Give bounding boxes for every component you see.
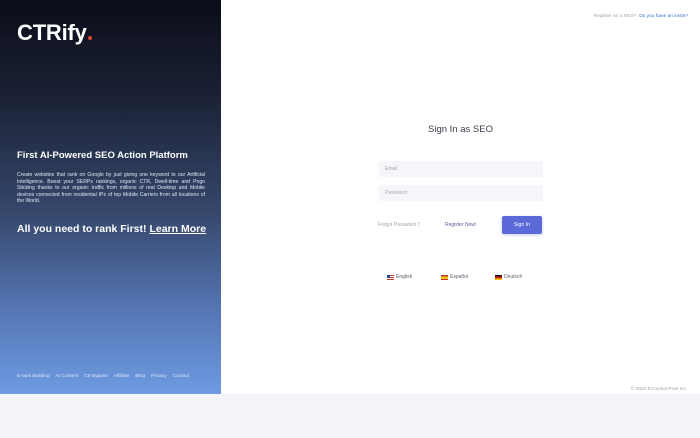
language-label: English [396,274,413,280]
password-field[interactable] [379,185,543,201]
register-question: Register as a SEO? [593,14,637,19]
language-english[interactable]: English [387,274,412,280]
forgot-password-link[interactable]: Forgot Password ? [378,222,420,228]
signin-title: Sign In as SEO [428,124,493,135]
us-flag-icon [387,274,394,280]
rank-heading: All you need to rank First! Learn More [17,223,206,235]
email-field[interactable] [379,161,543,177]
register-now-link[interactable]: Register Now! [445,222,476,228]
footer-link-ctr-bypass[interactable]: Ctr Bypass [84,374,107,379]
footer-links: E-rank Building AI Content Ctr Bypass Af… [17,374,189,379]
footer-link-affiliate[interactable]: Affiliate [114,374,130,379]
footer-link-contact[interactable]: Contact [173,374,190,379]
language-label: Español [450,274,469,280]
footer-link-erank-building[interactable]: E-rank Building [17,374,50,379]
tagline: First AI-Powered SEO Action Platform [17,150,188,161]
hero-panel: CTRify First AI-Powered SEO Action Platf… [0,0,221,394]
de-flag-icon [495,274,502,280]
language-espanol[interactable]: Español [441,274,468,280]
footer-link-privacy[interactable]: Privacy [151,374,167,379]
register-prompt: Register as a SEO? Do you have an invite? [594,14,688,19]
language-label: Deutsch [504,274,523,280]
language-deutsch[interactable]: Deutsch [495,274,522,280]
es-flag-icon [441,274,448,280]
rank-text: All you need to rank First! [17,223,147,235]
logo-text: CTRify [17,20,87,45]
logo-dot-icon [87,36,92,40]
invite-link[interactable]: Do you have an invite? [639,14,688,19]
brand-logo[interactable]: CTRify [17,20,92,46]
learn-more-link[interactable]: Learn More [149,223,206,235]
platform-description: Create websites that rank on Google by j… [17,172,205,205]
copyright: © 2025 ExcursionPost Inc [630,387,686,392]
footer-link-ai-content[interactable]: AI Content [56,374,79,379]
footer-link-blog[interactable]: Blog [135,374,145,379]
sign-in-button[interactable]: Sign In [502,216,542,234]
signin-panel: Register as a SEO? Do you have an invite?… [221,0,700,394]
